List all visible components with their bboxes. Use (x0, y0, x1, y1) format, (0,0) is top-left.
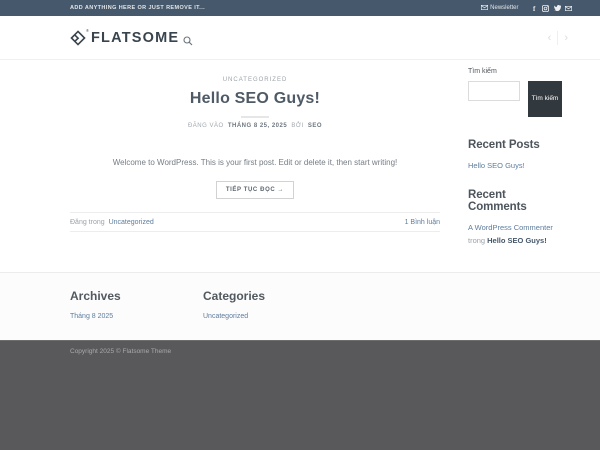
site-header: ® FLATSOME ‹ › (0, 16, 600, 60)
topbar-note: ADD ANYTHING HERE OR JUST REMOVE IT... (70, 5, 206, 11)
post-article: UNCATEGORIZED Hello SEO Guys! ĐĂNG VÀO T… (70, 68, 440, 232)
post-title[interactable]: Hello SEO Guys! (70, 90, 440, 108)
recent-posts-title: Recent Posts (468, 139, 540, 151)
prev-arrow-icon[interactable]: ‹ (542, 32, 558, 44)
topbar: ADD ANYTHING HERE OR JUST REMOVE IT... N… (0, 0, 600, 16)
page: ADD ANYTHING HERE OR JUST REMOVE IT... N… (0, 0, 600, 450)
footer-widgets: Archives Tháng 8 2025 Categories Uncateg… (0, 272, 600, 340)
svg-text:f: f (533, 5, 536, 12)
comments-link[interactable]: 1 Bình luận (405, 219, 440, 226)
title-divider (241, 116, 269, 118)
topbar-right: Newsletter f (480, 4, 572, 12)
post-byline: ĐĂNG VÀO THÁNG 8 25, 2025 BỞI SEO (70, 123, 440, 129)
registered-mark: ® (86, 28, 89, 33)
envelope-icon (480, 4, 488, 12)
posted-in: Đăng trong Uncategorized (70, 219, 156, 226)
recent-post-link-text[interactable]: Hello SEO Guys! (468, 161, 525, 170)
archives-widget: Archives Tháng 8 2025 (70, 289, 121, 320)
email-icon[interactable] (565, 5, 572, 11)
recent-comments-widget: Recent Comments A WordPress Commenter tr… (468, 189, 565, 248)
categories-title: Categories (203, 289, 266, 303)
post-date-link[interactable]: THÁNG 8 25, 2025 (228, 123, 287, 129)
category-link[interactable]: Uncategorized (203, 313, 265, 320)
byline-by: BỞI (291, 123, 304, 129)
posted-in-label: Đăng trong (70, 218, 105, 226)
search-input[interactable] (468, 81, 520, 101)
comment-on-word: trong (468, 235, 486, 245)
search-widget: Tìm kiếm (468, 81, 565, 117)
newsletter-link[interactable]: Newsletter (480, 4, 519, 12)
flatsome-logo-icon: ® (70, 28, 89, 46)
post-author-link[interactable]: SEO (308, 123, 322, 129)
next-arrow-icon[interactable]: › (558, 32, 574, 44)
comment-post-link[interactable]: Hello SEO Guys! (487, 236, 547, 245)
social-links: f (532, 4, 572, 12)
recent-comments-title: Recent Comments (468, 188, 527, 213)
meta-category-link[interactable]: Uncategorized (109, 219, 154, 226)
copyright-text: Copyright 2025 © Flatsome Theme (70, 348, 172, 355)
category-link-text[interactable]: Uncategorized (203, 313, 248, 320)
recent-comment-item: A WordPress Commenter trong Hello SEO Guy… (468, 222, 565, 248)
recent-posts-widget: Recent Posts Hello SEO Guys! (468, 139, 565, 173)
recent-post-link[interactable]: Hello SEO Guys! (468, 160, 565, 173)
twitter-icon[interactable] (553, 5, 561, 11)
post-category-link[interactable]: UNCATEGORIZED (223, 77, 288, 83)
facebook-icon[interactable]: f (532, 5, 538, 12)
sidebar: Tìm kiếm Tìm kiếm Recent Posts Hello SEO… (468, 68, 565, 247)
archive-link[interactable]: Tháng 8 2025 (70, 313, 121, 320)
post-meta-bar: Đăng trong Uncategorized 1 Bình luận (70, 212, 440, 232)
search-icon[interactable] (183, 33, 193, 51)
archive-link-text[interactable]: Tháng 8 2025 (70, 313, 113, 320)
commenter-link[interactable]: A WordPress Commenter (468, 223, 553, 232)
readmore-wrap: TIẾP TỤC ĐỌC → (70, 178, 440, 199)
newsletter-label: Newsletter (490, 5, 519, 11)
search-widget-label: Tìm kiếm (468, 68, 497, 75)
post-excerpt: Welcome to WordPress. This is your first… (112, 158, 398, 167)
logo-text: FLATSOME (91, 30, 180, 46)
categories-widget: Categories Uncategorized (203, 289, 265, 320)
read-more-button[interactable]: TIẾP TỤC ĐỌC → (215, 181, 295, 199)
byline-prefix: ĐĂNG VÀO (187, 123, 224, 129)
post-navigation: ‹ › (542, 16, 574, 60)
search-submit-button[interactable]: Tìm kiếm (528, 81, 562, 117)
instagram-icon[interactable] (542, 4, 549, 12)
archives-title: Archives (70, 289, 121, 303)
site-logo[interactable]: ® FLATSOME (70, 16, 179, 60)
absolute-footer: Copyright 2025 © Flatsome Theme (0, 340, 600, 450)
